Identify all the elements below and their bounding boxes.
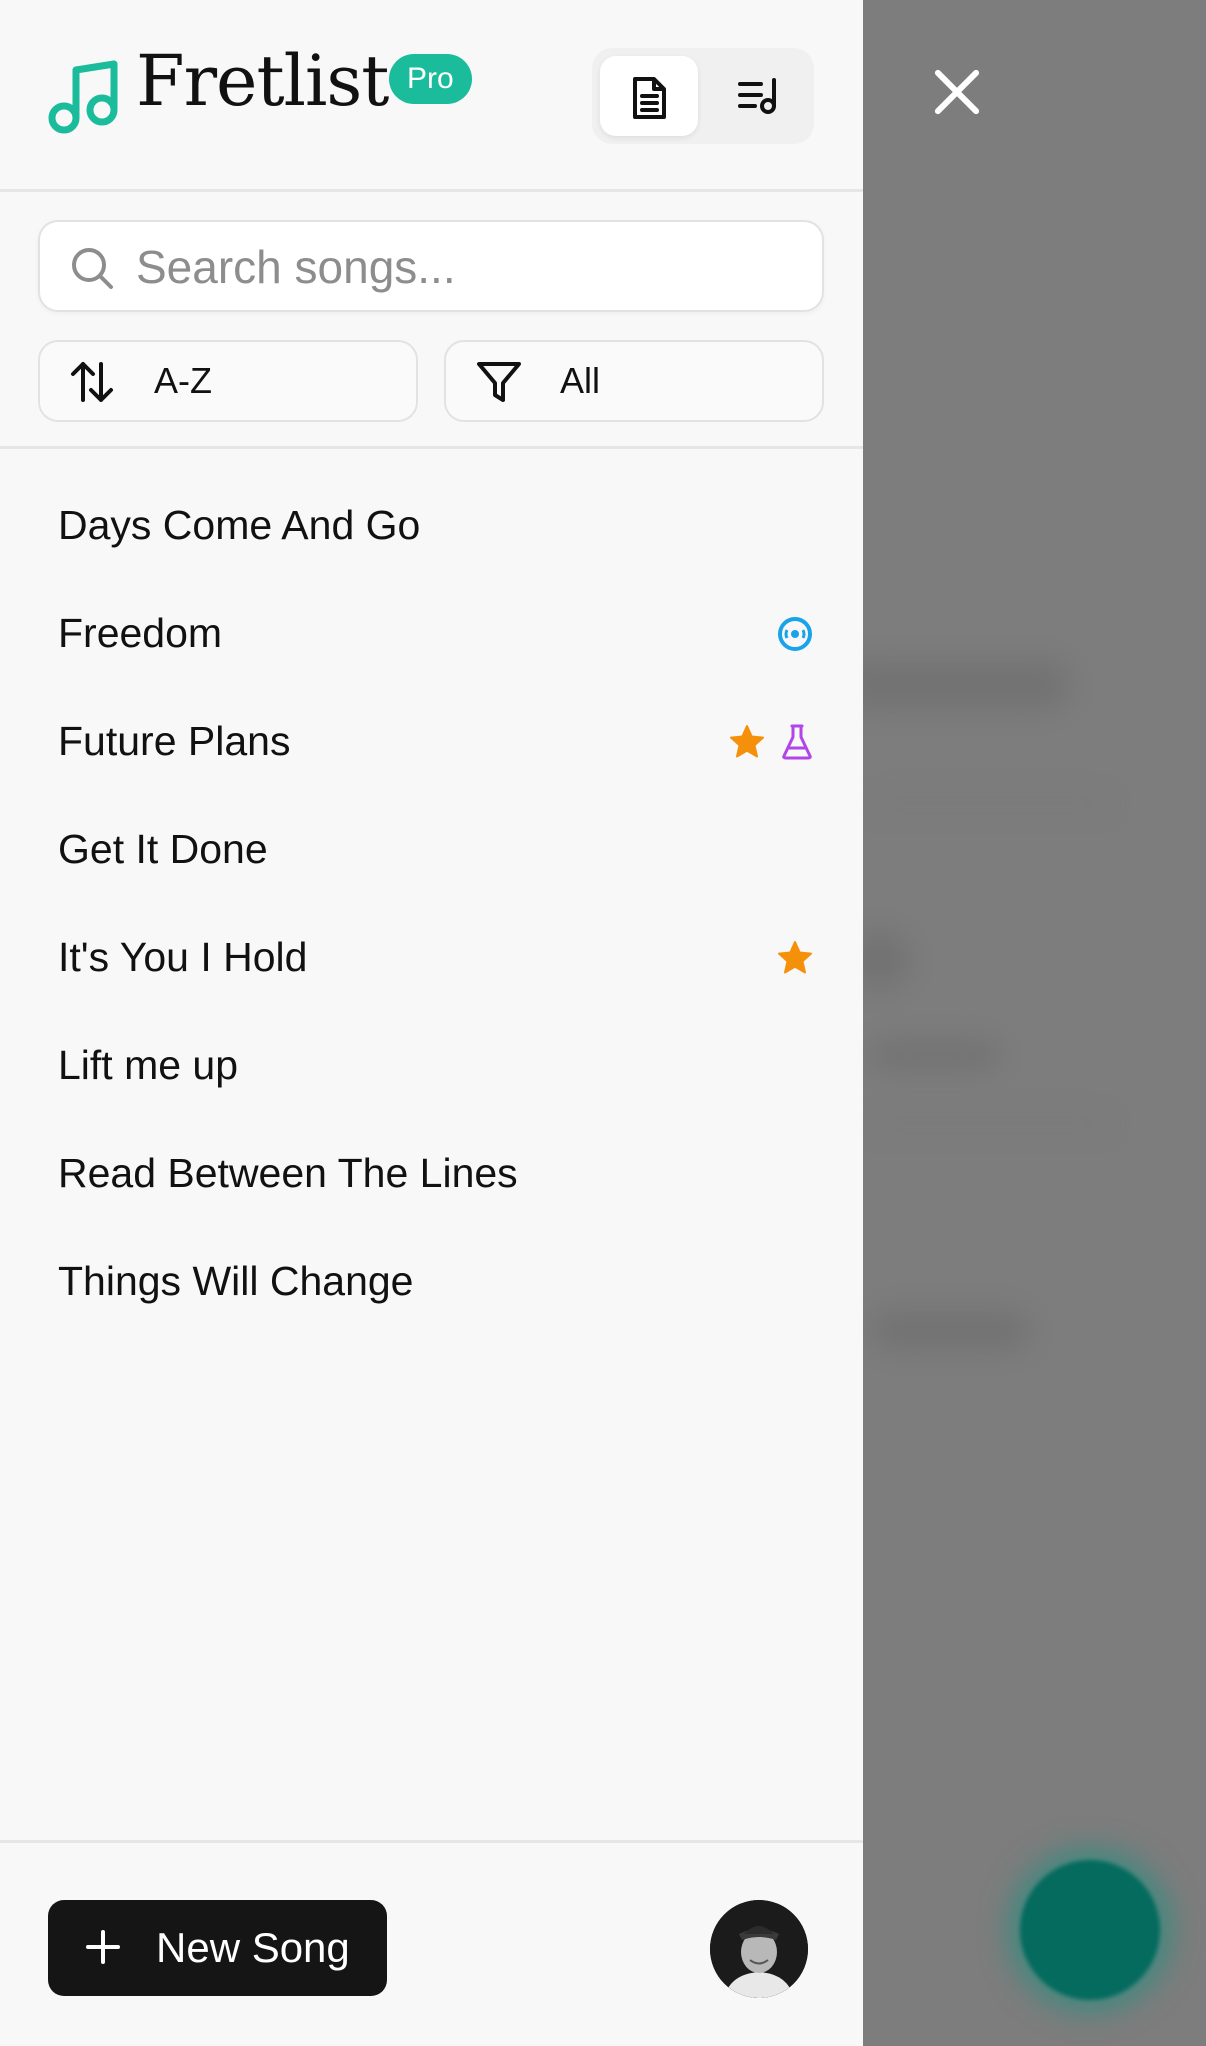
blurred-content [870, 1040, 1000, 1070]
new-song-label: New Song [156, 1924, 350, 1971]
song-item[interactable]: Freedom [0, 580, 863, 688]
brand-name: Fretlist [136, 40, 389, 122]
playlist-view-button[interactable] [708, 56, 806, 136]
blurred-content [840, 660, 1070, 710]
sort-label: A-Z [154, 360, 212, 401]
document-icon [633, 77, 666, 119]
floating-action-button[interactable] [1020, 1860, 1160, 2000]
song-item[interactable]: Read Between The Lines [0, 1120, 863, 1228]
song-title: Freedom [58, 610, 223, 656]
sort-arrows-icon [71, 362, 113, 402]
sort-button[interactable]: A-Z [38, 340, 418, 422]
blurred-divider [870, 800, 1110, 806]
song-item[interactable]: It's You I Hold [0, 904, 863, 1012]
song-title: Days Come And Go [58, 502, 421, 548]
blurred-content [870, 1310, 1030, 1350]
flask-icon [782, 724, 812, 760]
star-icon [730, 725, 764, 758]
drawer-footer: New Song [0, 1840, 863, 2046]
filter-button[interactable]: All [444, 340, 824, 422]
song-item[interactable]: Get It Done [0, 796, 863, 904]
song-item[interactable]: Future Plans [0, 688, 863, 796]
song-title: It's You I Hold [58, 934, 308, 980]
song-drawer: Fretlist Pro Search songs... A-Z All Day… [0, 0, 863, 2046]
song-title: Things Will Change [58, 1258, 414, 1304]
close-drawer-button[interactable] [925, 60, 989, 124]
song-title: Get It Done [58, 826, 268, 872]
drawer-header: Fretlist Pro [0, 0, 863, 192]
divider [0, 446, 863, 449]
filter-label: All [560, 360, 601, 401]
song-list: Days Come And Go Freedom Future Plans Ge… [0, 472, 863, 1336]
star-icon [778, 941, 812, 974]
song-title: Read Between The Lines [58, 1150, 518, 1196]
document-view-button[interactable] [600, 56, 698, 136]
blurred-divider [870, 1120, 1110, 1126]
pro-badge: Pro [389, 54, 472, 104]
search-input[interactable] [136, 234, 796, 300]
song-item[interactable]: Things Will Change [0, 1228, 863, 1336]
view-mode-toggle [592, 48, 814, 144]
song-title: Future Plans [58, 718, 291, 764]
song-title: Lift me up [58, 1042, 239, 1088]
avatar-image [710, 1900, 808, 1998]
filter-icon [477, 362, 521, 402]
new-song-button[interactable]: New Song [48, 1900, 387, 1996]
plus-icon [86, 1930, 120, 1964]
search-box [38, 220, 824, 312]
search-icon [72, 248, 113, 289]
playlist-icon [738, 78, 776, 114]
user-avatar[interactable] [710, 1900, 808, 1998]
song-item[interactable]: Days Come And Go [0, 472, 863, 580]
vinyl-record-icon [778, 617, 812, 651]
music-note-logo-icon [48, 60, 118, 134]
song-item[interactable]: Lift me up [0, 1012, 863, 1120]
